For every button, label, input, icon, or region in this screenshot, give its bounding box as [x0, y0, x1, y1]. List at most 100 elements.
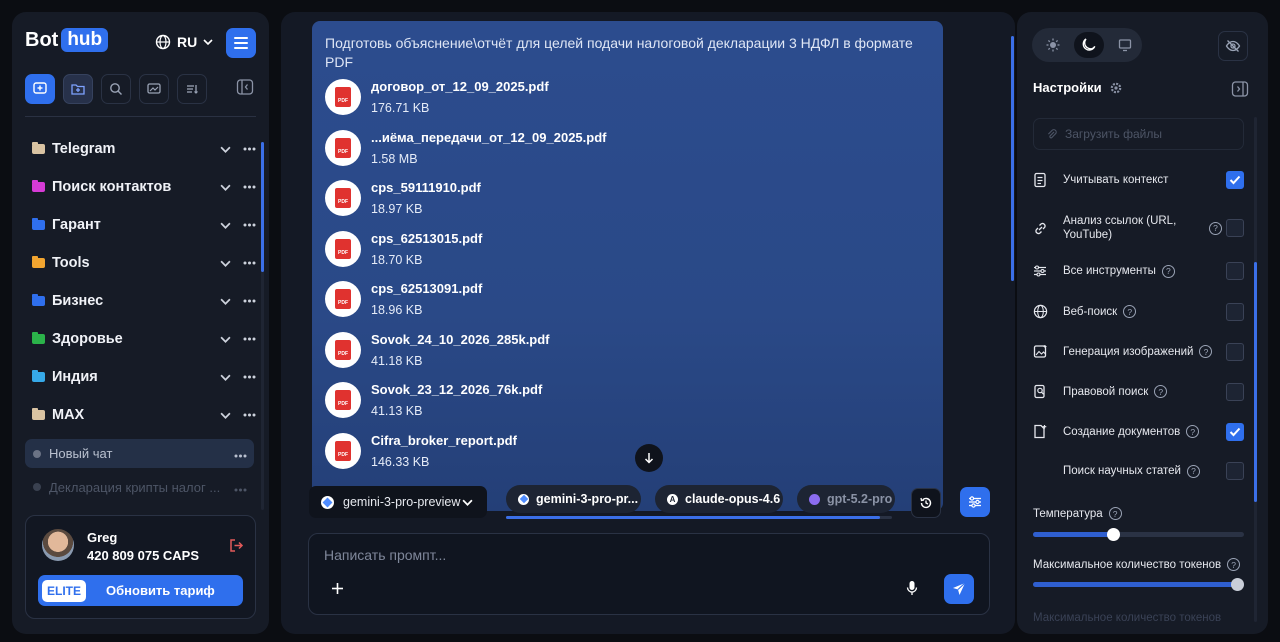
- collapse-sidebar-button[interactable]: [236, 78, 254, 101]
- theme-light-button[interactable]: [1038, 32, 1068, 58]
- help-icon[interactable]: ?: [1209, 221, 1222, 235]
- history-button[interactable]: [911, 488, 941, 518]
- settings-scrollbar-thumb[interactable]: [1254, 262, 1257, 502]
- search-button[interactable]: [101, 74, 131, 104]
- chat-item-new[interactable]: Новый чат: [25, 439, 254, 468]
- folder-india[interactable]: Индия: [25, 358, 256, 396]
- gallery-button[interactable]: [139, 74, 169, 104]
- chevron-down-icon[interactable]: [220, 334, 231, 345]
- model-chip-claude[interactable]: A claude-opus-4.6: [655, 485, 783, 513]
- attachment-item[interactable]: PDF Sovok_24_10_2026_285k.pdf 41.18 KB: [325, 331, 550, 368]
- collapse-settings-button[interactable]: [1231, 80, 1249, 103]
- chevron-down-icon[interactable]: [220, 410, 231, 421]
- setting-checkbox[interactable]: [1226, 422, 1244, 441]
- more-icon[interactable]: [234, 454, 247, 458]
- sidebar-scrollbar-thumb[interactable]: [261, 142, 264, 272]
- more-icon[interactable]: [243, 261, 256, 265]
- setting-option[interactable]: Поиск научных статей?: [1033, 462, 1244, 480]
- max-tokens-slider[interactable]: [1033, 578, 1244, 591]
- folder-tools[interactable]: Tools: [25, 244, 256, 282]
- upgrade-plan-button[interactable]: ELITE Обновить тариф: [38, 575, 243, 606]
- help-icon[interactable]: ?: [1161, 264, 1175, 278]
- new-chat-button[interactable]: [25, 74, 55, 104]
- help-icon[interactable]: ?: [1123, 305, 1137, 318]
- chevron-down-icon[interactable]: [220, 258, 231, 269]
- help-icon[interactable]: ?: [1199, 345, 1213, 358]
- folder-max[interactable]: MAX: [25, 396, 256, 434]
- max-tokens-slider-knob[interactable]: [1231, 578, 1244, 591]
- setting-option[interactable]: Учитывать контекст: [1033, 171, 1244, 189]
- setting-checkbox[interactable]: [1226, 342, 1244, 361]
- model-chips-scrollbar-thumb[interactable]: [506, 516, 881, 519]
- chevron-down-icon[interactable]: [220, 182, 231, 193]
- more-icon[interactable]: [243, 375, 256, 379]
- setting-checkbox[interactable]: [1226, 302, 1244, 321]
- help-icon[interactable]: ?: [1186, 425, 1200, 438]
- send-button[interactable]: [944, 574, 974, 604]
- help-icon[interactable]: ?: [1108, 507, 1122, 520]
- settings-scrollbar[interactable]: [1254, 117, 1257, 622]
- model-chips-scrollbar[interactable]: [506, 516, 892, 519]
- chevron-down-icon[interactable]: [220, 144, 231, 155]
- chevron-down-icon[interactable]: [220, 372, 231, 383]
- setting-option[interactable]: Веб-поиск?: [1033, 302, 1244, 321]
- help-icon[interactable]: ?: [1186, 464, 1200, 478]
- folder-contact-search[interactable]: Поиск контактов: [25, 168, 256, 206]
- logout-button[interactable]: [229, 538, 244, 558]
- chat-scrollbar[interactable]: [1011, 36, 1014, 281]
- attachment-item[interactable]: PDF Cifra_broker_report.pdf 146.33 KB: [325, 432, 517, 469]
- setting-option[interactable]: Правовой поиск?: [1033, 382, 1244, 401]
- folder-business[interactable]: Бизнес: [25, 282, 256, 320]
- setting-checkbox[interactable]: [1226, 171, 1244, 189]
- prompt-input[interactable]: [324, 544, 924, 566]
- temperature-slider[interactable]: [1033, 528, 1244, 541]
- gear-icon[interactable]: [1110, 82, 1122, 94]
- help-icon[interactable]: ?: [1227, 558, 1241, 571]
- chevron-down-icon[interactable]: [220, 296, 231, 307]
- model-chip-gpt[interactable]: gpt-5.2-pro: [797, 485, 895, 513]
- setting-option[interactable]: Создание документов?: [1033, 422, 1244, 441]
- attachment-item[interactable]: PDF Sovok_23_12_2026_76k.pdf 41.13 KB: [325, 382, 542, 418]
- attach-button[interactable]: [331, 578, 344, 601]
- hide-panel-button[interactable]: [1218, 31, 1248, 61]
- voice-button[interactable]: [906, 580, 918, 601]
- model-chip-gemini[interactable]: gemini-3-pro-pr...: [506, 485, 641, 513]
- folder-health[interactable]: Здоровье: [25, 320, 256, 358]
- setting-option[interactable]: Анализ ссылок (URL, YouTube)?: [1033, 214, 1244, 242]
- temperature-slider-knob[interactable]: [1107, 528, 1121, 541]
- setting-checkbox[interactable]: [1226, 219, 1244, 237]
- folder-telegram[interactable]: Telegram: [25, 130, 256, 168]
- attachment-item[interactable]: PDF cps_59111910.pdf 18.97 KB: [325, 180, 481, 216]
- language-selector[interactable]: RU: [155, 34, 213, 50]
- attachment-item[interactable]: PDF cps_62513091.pdf 18.96 KB: [325, 281, 482, 317]
- attachment-item[interactable]: PDF ...иёма_передачи_от_12_09_2025.pdf 1.5…: [325, 129, 606, 166]
- more-icon[interactable]: [243, 147, 256, 151]
- more-icon[interactable]: [243, 223, 256, 227]
- more-icon[interactable]: [234, 488, 247, 492]
- model-selector[interactable]: gemini-3-pro-preview: [309, 486, 487, 518]
- avatar[interactable]: [42, 529, 74, 561]
- attachment-item[interactable]: PDF договор_от_12_09_2025.pdf 176.71 KB: [325, 79, 549, 115]
- upload-files-button[interactable]: Загрузить файлы: [1033, 118, 1244, 150]
- more-icon[interactable]: [243, 299, 256, 303]
- more-icon[interactable]: [243, 413, 256, 417]
- settings-toggle-button[interactable]: [960, 487, 990, 517]
- scroll-down-button[interactable]: [635, 444, 663, 472]
- setting-checkbox[interactable]: [1226, 262, 1244, 280]
- setting-option[interactable]: Генерация изображений?: [1033, 342, 1244, 361]
- bothub-logo[interactable]: Bot hub: [25, 28, 109, 52]
- setting-checkbox[interactable]: [1226, 382, 1244, 401]
- chevron-down-icon[interactable]: [220, 220, 231, 231]
- theme-dark-button[interactable]: [1074, 32, 1104, 58]
- attachment-item[interactable]: PDF cps_62513015.pdf 18.70 KB: [325, 230, 482, 267]
- help-icon[interactable]: ?: [1154, 385, 1168, 398]
- menu-button[interactable]: [226, 28, 256, 58]
- setting-option[interactable]: Все инструменты?: [1033, 262, 1244, 280]
- setting-checkbox[interactable]: [1226, 462, 1244, 480]
- more-icon[interactable]: [243, 337, 256, 341]
- new-folder-button[interactable]: [63, 74, 93, 104]
- folder-garant[interactable]: Гарант: [25, 206, 256, 244]
- more-icon[interactable]: [243, 185, 256, 189]
- sort-button[interactable]: [177, 74, 207, 104]
- chat-item-crypto-declaration[interactable]: Декларация крипты налог ...: [25, 474, 254, 500]
